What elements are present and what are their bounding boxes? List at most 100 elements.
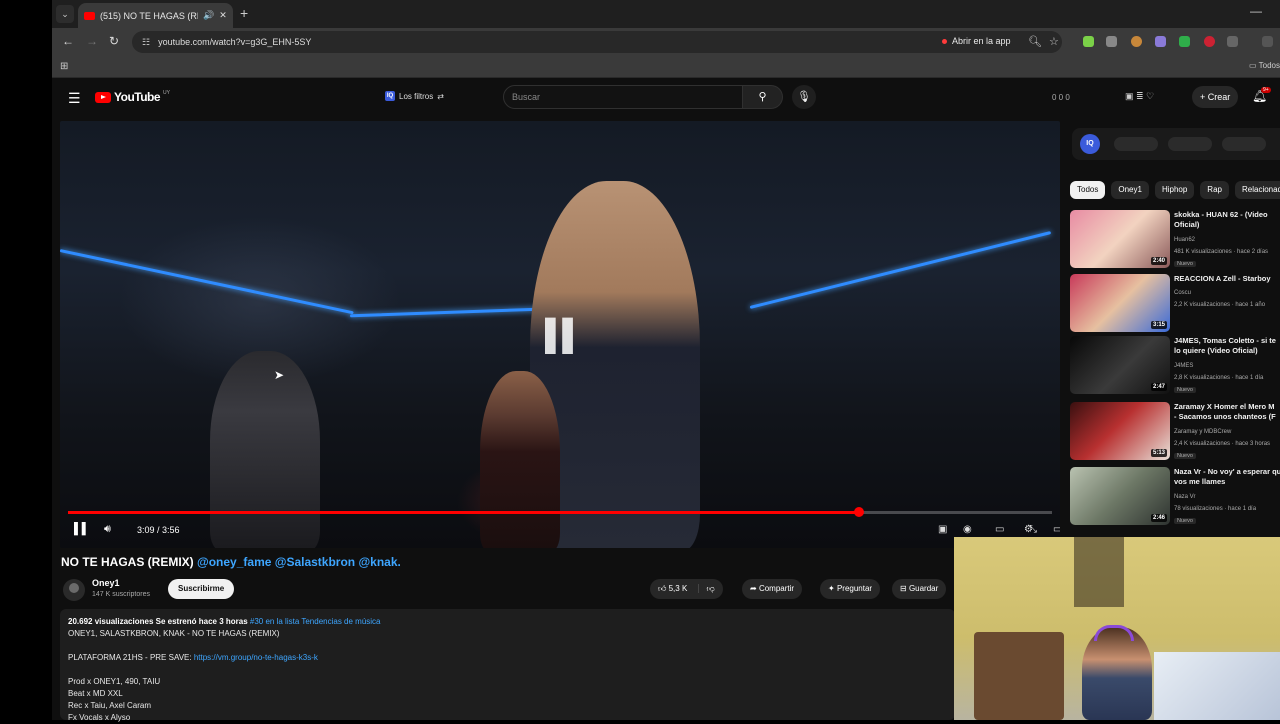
reco-channel[interactable]: Coscu <box>1174 290 1191 296</box>
desc-platform: PLATAFORMA 21HS - PRE SAVE: <box>68 653 192 662</box>
reco-title-line2: Oficial) <box>1174 220 1200 229</box>
reco-channel[interactable]: J4MES <box>1174 363 1193 369</box>
theater-mode-icon[interactable]: ▭ <box>1053 524 1060 535</box>
channel-name[interactable]: Oney1 <box>92 578 120 588</box>
address-bar[interactable]: ☷ youtube.com/watch?v=g3G_EHN-5SY <box>132 31 1062 53</box>
save-button[interactable]: ⊟ Guardar <box>892 579 947 599</box>
video-title: NO TE HAGAS (REMIX) @oney_fame @Salastkb… <box>61 555 401 569</box>
tab-search-icon[interactable]: ⌄ <box>56 5 74 23</box>
filters-button[interactable]: IQ Los filtros ⇄ <box>385 91 444 101</box>
apps-grid-icon[interactable]: ⊞ <box>60 61 68 72</box>
ask-button[interactable]: ✦ Preguntar <box>820 579 881 599</box>
video-thumbnail[interactable]: 5:13 <box>1070 402 1170 460</box>
like-button[interactable]: 👍︎ 5,3 K 👎︎ <box>650 579 723 599</box>
star-bookmark-icon[interactable]: ☆ <box>1049 35 1059 48</box>
extension-green-icon[interactable] <box>1083 36 1094 47</box>
extension-orange-icon[interactable] <box>1131 36 1142 47</box>
reload-icon[interactable]: ↻ <box>109 34 119 48</box>
miniplayer-icon[interactable]: ▭ <box>995 524 1004 535</box>
all-bookmarks[interactable]: ▭ Todos <box>1249 61 1280 70</box>
thumbs-down-icon[interactable]: 👎︎ <box>697 584 715 593</box>
channel-avatar[interactable] <box>63 579 85 601</box>
progress-bar[interactable] <box>68 511 1052 514</box>
autoplay-toggle-icon[interactable]: ◉ <box>963 524 972 535</box>
pause-button-icon[interactable]: ▌▌ <box>74 523 90 535</box>
reco-meta: 2,2 K visualizaciones · hace 1 año <box>1174 302 1266 308</box>
search-button[interactable]: ⚲ <box>743 85 783 109</box>
share-button[interactable]: ➦ Compartir <box>742 579 803 599</box>
new-tab-plus-icon[interactable]: + <box>240 5 248 21</box>
sidebar-panel-icon[interactable] <box>1262 36 1273 47</box>
pause-overlay-icon[interactable]: ▌▌ <box>545 319 583 353</box>
extension-grey-icon[interactable] <box>1106 36 1117 47</box>
iq-player-icon[interactable]: ▣ <box>938 524 947 535</box>
subscribe-button[interactable]: Suscribirme <box>168 579 235 599</box>
reco-channel[interactable]: Naza Vr <box>1174 494 1195 500</box>
sidebar-chips: Todos Oney1 Hiphop Rap Relacionado <box>1070 181 1280 199</box>
voice-search-mic-icon[interactable]: 🎙︎ <box>792 85 816 109</box>
menu-icon[interactable]: ☰ <box>68 90 81 107</box>
recommended-video[interactable]: 2:40 skokka - HUAN 62 - (Video Oficial) H… <box>1070 210 1280 272</box>
chip-rap[interactable]: Rap <box>1200 181 1229 199</box>
iq-chip[interactable] <box>1114 137 1158 151</box>
progress-fill <box>68 511 860 514</box>
header-extension-icons[interactable]: ▣ ≣ ♡ <box>1125 91 1154 102</box>
reco-new-badge: Nuevo <box>1174 261 1196 267</box>
youtube-logo[interactable]: YouTube UY <box>95 90 170 104</box>
forward-icon[interactable]: → <box>86 34 98 48</box>
extension-purple-icon[interactable] <box>1155 36 1166 47</box>
sparkle-icon: ✦ <box>828 584 835 593</box>
app-dot-icon <box>942 38 947 44</box>
extension-diamond-icon[interactable] <box>1179 36 1190 47</box>
open-in-app-button[interactable]: Abrir en la app <box>942 36 1011 46</box>
recommended-video[interactable]: 2:47 J4MES, Tomas Coletto - si te lo quie… <box>1070 336 1280 398</box>
youtube-favicon-icon <box>84 11 95 20</box>
chip-oney1[interactable]: Oney1 <box>1111 181 1149 199</box>
volume-icon[interactable]: 🔊︎ <box>104 523 111 536</box>
recommended-video[interactable]: 3:15 REACCION A Zell - Starboy Coscu 2,2… <box>1070 274 1280 336</box>
tab-active[interactable]: (515) NO TE HAGAS (REMIX) 🔊 ✕ <box>78 3 233 28</box>
site-info-icon[interactable]: ☷ <box>142 37 150 48</box>
scrubber-handle[interactable] <box>854 507 865 517</box>
share-label: Compartir <box>758 584 795 593</box>
iq-logo-icon[interactable]: IQ <box>1080 134 1100 154</box>
search-input[interactable]: Buscar <box>503 85 743 109</box>
trending-link[interactable]: #30 en la lista Tendencias de música <box>250 617 381 626</box>
speaker-icon[interactable]: 🔊 <box>203 10 214 21</box>
logo-country: UY <box>163 90 170 96</box>
video-duration: 2:47 <box>1150 383 1167 391</box>
video-duration: 3:15 <box>1150 321 1167 329</box>
iq-chip[interactable] <box>1222 137 1266 151</box>
neon-light <box>350 307 540 318</box>
zoom-icon[interactable]: 🔍︎ <box>1028 35 1042 48</box>
video-player[interactable]: ▌▌ ➤ ▌▌ 🔊︎ 3:09 / 3:56 ▣ ◉ ▭ ⚙ ▭ <box>60 121 1060 548</box>
video-thumbnail[interactable]: 2:46 <box>1070 467 1170 525</box>
description-box[interactable]: 20.692 visualizaciones Se estrenó hace 3… <box>60 609 955 722</box>
create-button[interactable]: + Crear <box>1192 86 1239 108</box>
presave-link[interactable]: https://vm.group/no-te-hagas-k3s-k <box>194 653 318 662</box>
back-icon[interactable]: ← <box>62 34 74 48</box>
notification-count-badge: 9+ <box>1261 87 1271 93</box>
extension-red-icon[interactable] <box>1204 36 1215 47</box>
reco-channel[interactable]: Huan62 <box>1174 237 1195 243</box>
chip-todos[interactable]: Todos <box>1070 181 1106 199</box>
reco-channel[interactable]: Zaramay y MDBCrew <box>1174 429 1231 435</box>
thumbs-up-icon: 👍︎ <box>658 584 667 593</box>
webcam-shelf <box>1074 537 1124 607</box>
recommended-video[interactable]: 5:13 Zaramay X Homer el Mero M- Sacamos … <box>1070 402 1280 464</box>
chip-hiphop[interactable]: Hiphop <box>1154 181 1195 199</box>
video-title-tags[interactable]: @oney_fame @Salastkbron @knak. <box>197 555 401 569</box>
fullscreen-exit-icon[interactable]: ⤡ <box>1029 524 1037 535</box>
player-time: 3:09 / 3:56 <box>137 525 180 535</box>
video-thumbnail[interactable]: 3:15 <box>1070 274 1170 332</box>
chip-relacionado[interactable]: Relacionado <box>1234 181 1280 199</box>
video-thumbnail[interactable]: 2:47 <box>1070 336 1170 394</box>
close-icon[interactable]: ✕ <box>219 10 227 21</box>
like-count: 5,3 K <box>668 584 688 593</box>
recommended-video[interactable]: 2:46 Naza Vr - No voy' a esperar que vos … <box>1070 467 1280 529</box>
extensions-puzzle-icon[interactable] <box>1227 36 1238 47</box>
minimize-icon[interactable]: — <box>1250 4 1262 18</box>
video-duration: 2:46 <box>1150 514 1167 522</box>
video-thumbnail[interactable]: 2:40 <box>1070 210 1170 268</box>
iq-chip[interactable] <box>1168 137 1212 151</box>
